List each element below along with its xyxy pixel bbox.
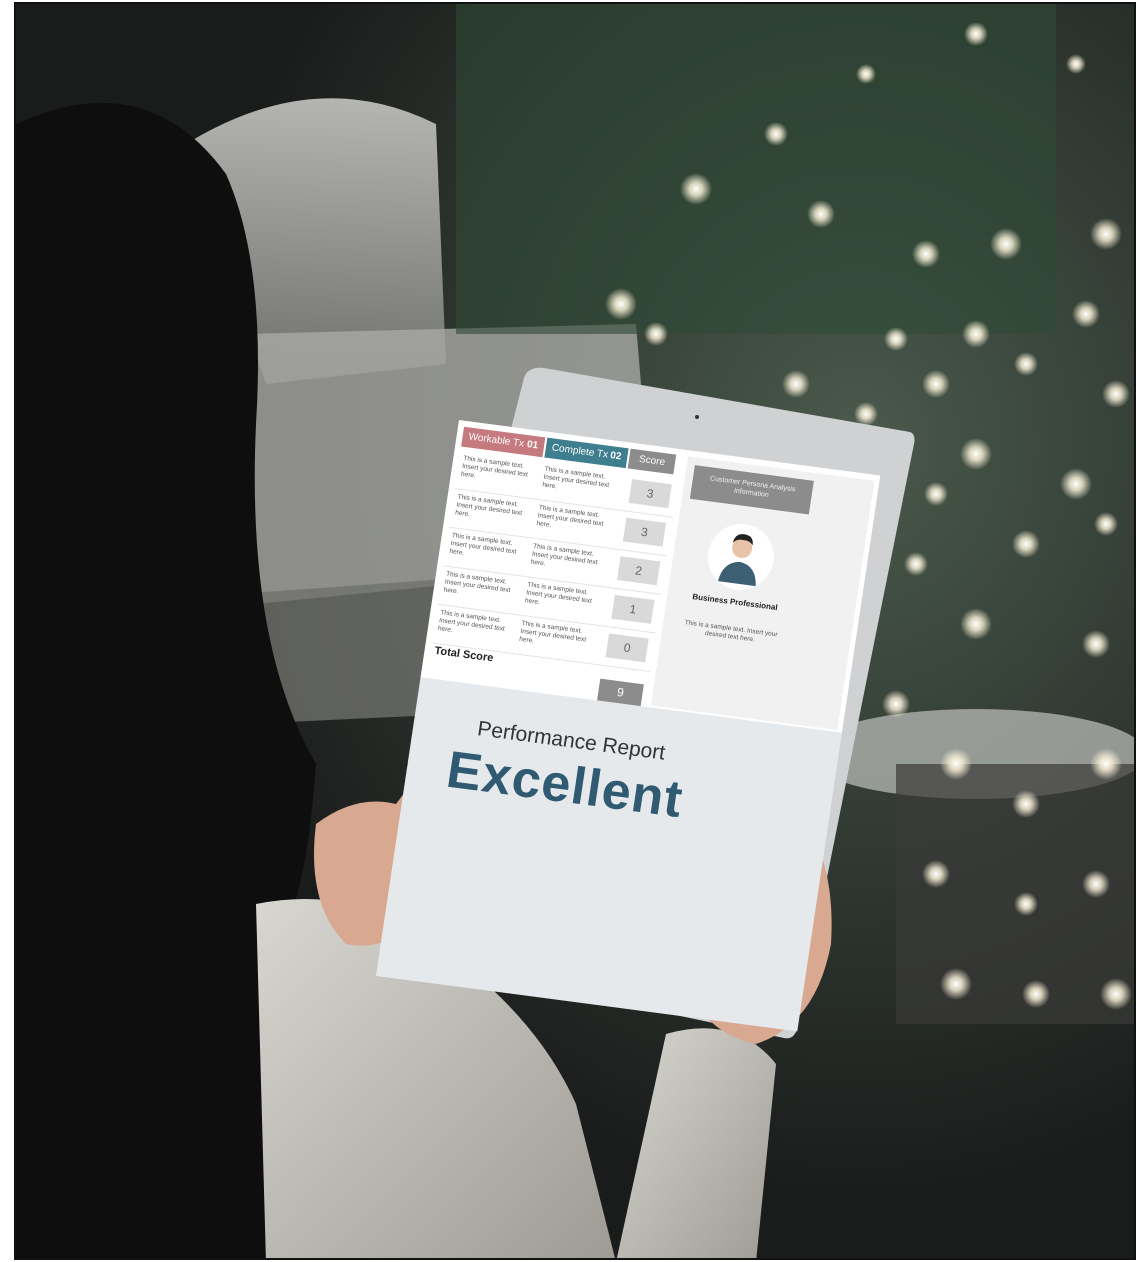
tab-workable-number: 01 (526, 439, 539, 452)
tab-score: Score (627, 448, 677, 475)
photo-frame: Workable Tx 01 Complete Tx 02 Score This… (14, 2, 1136, 1260)
tab-workable-label: Workable Tx (467, 431, 525, 450)
tab-complete-number: 02 (609, 450, 623, 463)
row-score: 3 (622, 517, 667, 547)
row-score: 0 (605, 633, 649, 663)
persona-name: Business Professional (691, 592, 779, 613)
row-text-a: This is a sample text. Insert your desir… (437, 609, 506, 634)
persona-description: This is a sample text. Insert your desir… (684, 619, 778, 644)
row-score: 2 (617, 556, 661, 586)
row-text-b: This is a sample text. Insert your desir… (524, 581, 593, 607)
row-text-a: This is a sample text. Insert your desir… (448, 532, 517, 557)
avatar (703, 520, 779, 594)
score-table-panel: Workable Tx 01 Complete Tx 02 Score This… (420, 420, 881, 733)
total-score-value: 9 (597, 678, 644, 707)
row-text-a: This is a sample text. Insert your desir… (443, 570, 511, 596)
row-text-b: This is a sample text. Insert your desir… (541, 465, 610, 491)
person-icon (717, 534, 756, 587)
row-score: 3 (628, 479, 672, 509)
photo-scene: Workable Tx 01 Complete Tx 02 Score This… (16, 4, 1134, 1258)
row-text-b: This is a sample text. Insert your desir… (518, 619, 587, 645)
row-text-b: This is a sample text. Insert your desir… (530, 542, 599, 568)
row-score: 1 (611, 594, 655, 624)
persona-panel: Customer Persona Analysis Information Bu… (650, 456, 875, 731)
row-text-b: This is a sample text. Insert your desir… (536, 504, 604, 529)
row-text-a: This is a sample text. Insert your desir… (454, 493, 523, 519)
persona-header: Customer Persona Analysis Information (689, 465, 814, 515)
tab-complete-label: Complete Tx (551, 442, 609, 461)
tablet-screen: Workable Tx 01 Complete Tx 02 Score This… (375, 420, 881, 1032)
row-text-a: This is a sample text. Insert your desir… (460, 454, 529, 480)
score-rows: This is a sample text. Insert your desir… (431, 450, 679, 673)
